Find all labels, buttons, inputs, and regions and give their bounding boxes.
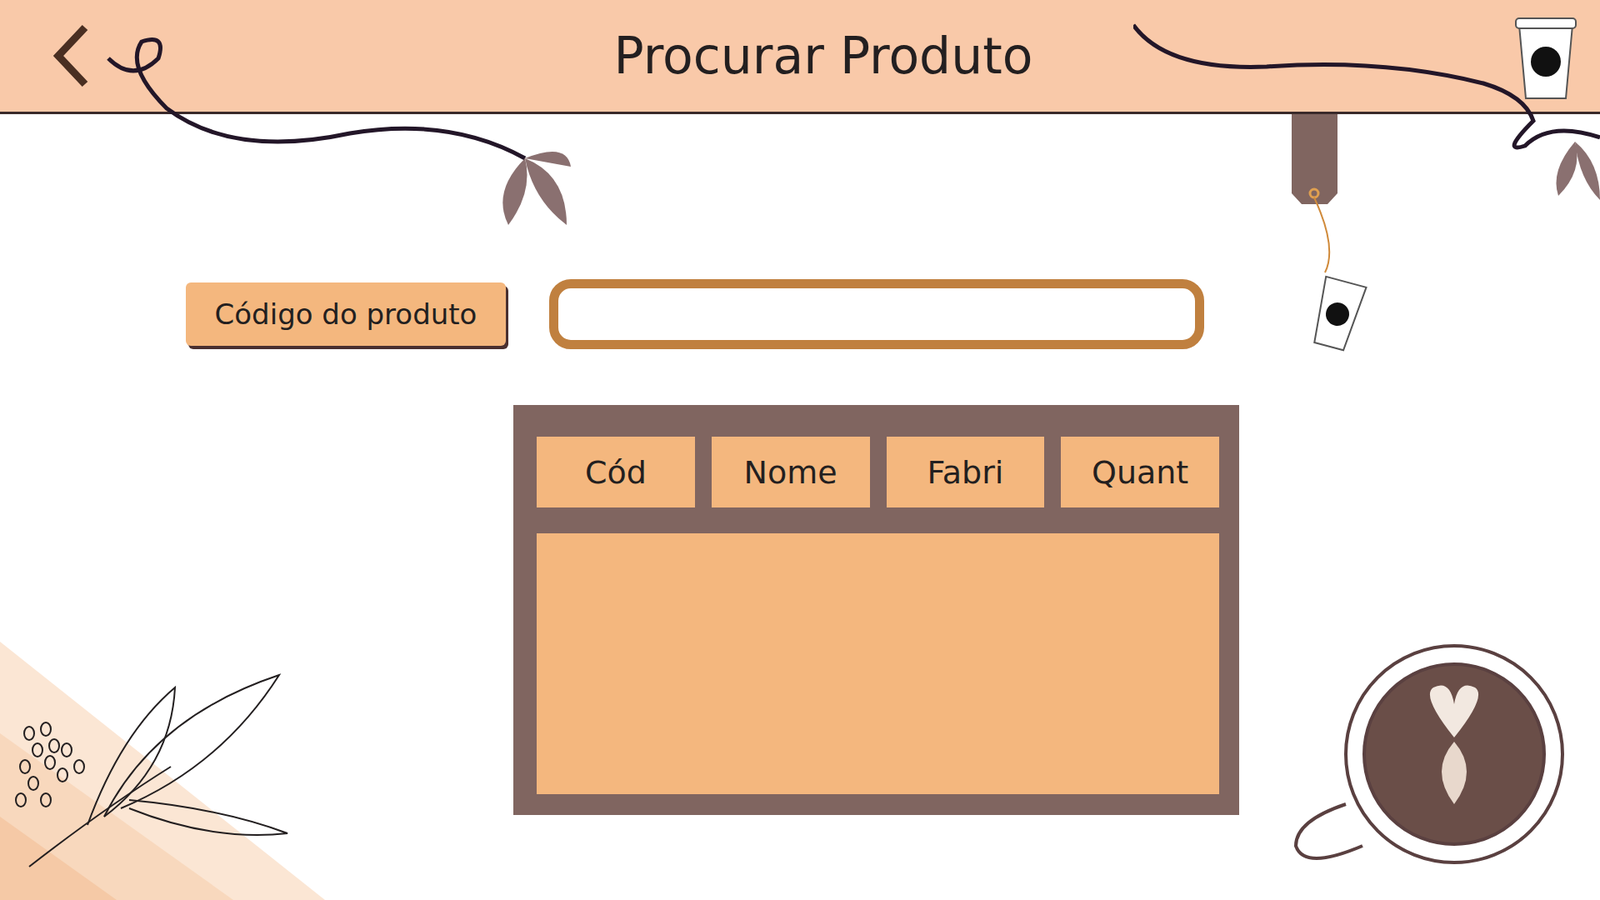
search-row: Código do produto bbox=[0, 279, 1600, 350]
latte-cup-icon bbox=[1287, 637, 1571, 880]
column-header[interactable]: Nome bbox=[711, 436, 870, 508]
column-header[interactable]: Cód bbox=[536, 436, 695, 508]
product-code-label: Código do produto bbox=[185, 282, 506, 346]
products-table: CódNomeFabriQuant bbox=[513, 405, 1240, 815]
product-code-input[interactable] bbox=[549, 279, 1205, 350]
corner-triangle-icon bbox=[0, 566, 334, 900]
column-header[interactable]: Fabri bbox=[886, 436, 1045, 508]
hanging-tag-icon bbox=[1287, 114, 1380, 365]
paper-cup-icon bbox=[1512, 15, 1580, 103]
chevron-left-icon bbox=[50, 22, 92, 90]
table-body bbox=[536, 533, 1220, 795]
search-product-page: Procurar Produto Código do produto CódNome… bbox=[0, 0, 1600, 900]
page-title: Procurar Produto bbox=[614, 26, 1034, 85]
vine-left-icon bbox=[100, 33, 584, 242]
table-header: CódNomeFabriQuant bbox=[536, 436, 1220, 508]
header-bar: Procurar Produto bbox=[0, 0, 1600, 115]
coffee-plant-icon bbox=[4, 666, 296, 884]
back-button[interactable] bbox=[46, 19, 95, 93]
vine-right-icon bbox=[1133, 20, 1600, 213]
column-header[interactable]: Quant bbox=[1060, 436, 1220, 508]
